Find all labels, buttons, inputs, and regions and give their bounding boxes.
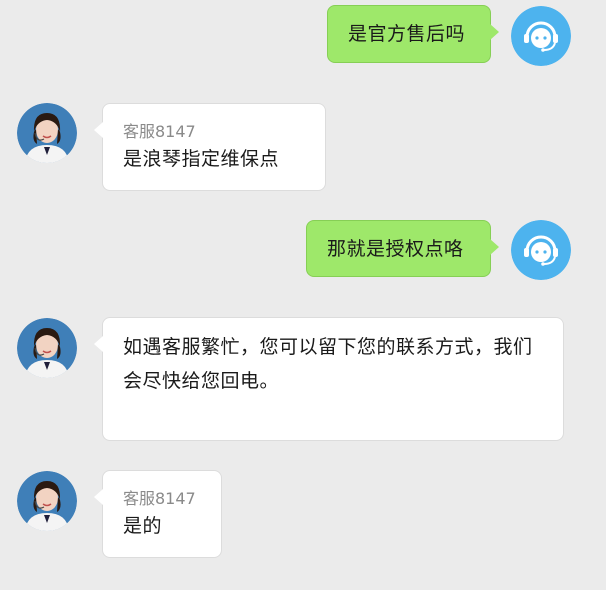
user-avatar[interactable]	[511, 6, 571, 66]
agent-avatar[interactable]	[17, 471, 77, 531]
message-text: 如遇客服繁忙，您可以留下您的联系方式，我们会尽快给您回电。	[123, 336, 533, 392]
message-bubble-agent[interactable]: 客服8147 是的	[94, 470, 222, 558]
bubble-tail	[94, 122, 103, 138]
message-text: 那就是授权点咯	[327, 238, 464, 260]
agent-photo	[17, 103, 77, 163]
agent-name: 客服8147	[123, 489, 196, 508]
bubble-tail	[490, 24, 499, 40]
message-text: 是的	[123, 515, 163, 537]
agent-photo	[17, 318, 77, 378]
bubble-tail	[490, 239, 499, 255]
message-text: 是官方售后吗	[348, 23, 466, 45]
bubble-tail	[94, 336, 103, 352]
agent-name: 客服8147	[123, 122, 196, 141]
message-bubble-user[interactable]: 是官方售后吗	[327, 5, 499, 63]
message-text: 是浪琴指定维保点	[123, 148, 280, 170]
customer-service-headset-icon	[511, 220, 571, 280]
bubble-tail	[94, 489, 103, 505]
agent-photo	[17, 471, 77, 531]
user-avatar[interactable]	[511, 220, 571, 280]
agent-avatar[interactable]	[17, 103, 77, 163]
message-bubble-user[interactable]: 那就是授权点咯	[306, 220, 499, 277]
agent-avatar[interactable]	[17, 318, 77, 378]
message-bubble-agent[interactable]: 客服8147 是浪琴指定维保点	[94, 103, 326, 191]
message-bubble-agent[interactable]: 如遇客服繁忙，您可以留下您的联系方式，我们会尽快给您回电。	[94, 317, 564, 441]
customer-service-headset-icon	[511, 6, 571, 66]
